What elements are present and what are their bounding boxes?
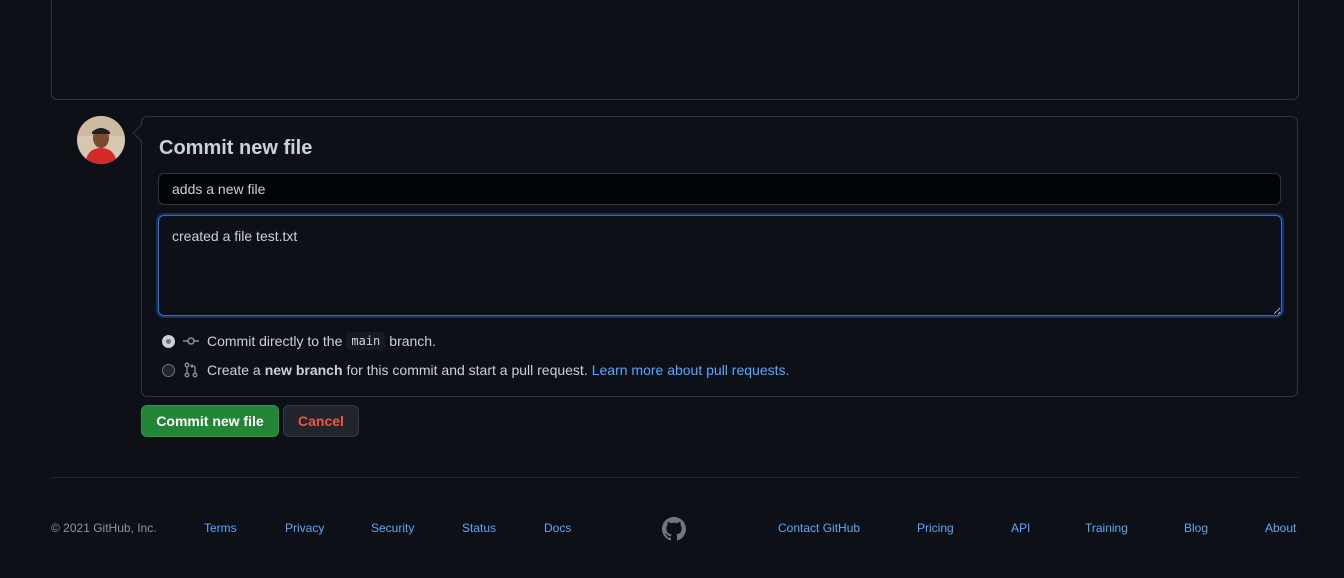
footer-link-terms[interactable]: Terms bbox=[204, 521, 237, 535]
new-branch-suffix: for this commit and start a pull request… bbox=[346, 362, 588, 378]
commit-title: Commit new file bbox=[159, 137, 313, 159]
footer-link-docs[interactable]: Docs bbox=[544, 521, 571, 535]
file-editor-box bbox=[51, 0, 1299, 100]
commit-panel: Commit new file created a file test.txt … bbox=[141, 116, 1298, 397]
github-logo-icon[interactable] bbox=[662, 517, 686, 541]
footer: © 2021 GitHub, Inc. Terms Privacy Securi… bbox=[51, 517, 1299, 541]
footer-link-privacy[interactable]: Privacy bbox=[285, 521, 324, 535]
footer-link-about[interactable]: About bbox=[1265, 521, 1296, 535]
footer-link-pricing[interactable]: Pricing bbox=[917, 521, 954, 535]
git-pull-request-icon bbox=[184, 362, 198, 378]
commit-summary-input[interactable] bbox=[158, 173, 1281, 205]
commit-description-textarea[interactable]: created a file test.txt bbox=[158, 215, 1282, 316]
branch-name: main bbox=[346, 332, 386, 350]
new-branch-radio[interactable] bbox=[162, 363, 175, 377]
git-commit-icon bbox=[183, 337, 199, 345]
commit-direct-suffix: branch. bbox=[389, 333, 436, 349]
footer-link-blog[interactable]: Blog bbox=[1184, 521, 1208, 535]
learn-more-pull-requests-link[interactable]: Learn more about pull requests. bbox=[592, 362, 790, 378]
cancel-button[interactable]: Cancel bbox=[283, 405, 359, 437]
new-branch-option[interactable]: Create a new branch for this commit and … bbox=[162, 360, 789, 380]
footer-link-status[interactable]: Status bbox=[462, 521, 496, 535]
new-branch-bold: new branch bbox=[264, 362, 343, 378]
commit-direct-radio[interactable] bbox=[162, 334, 175, 348]
commit-new-file-button[interactable]: Commit new file bbox=[141, 405, 279, 437]
footer-copyright: © 2021 GitHub, Inc. bbox=[51, 521, 157, 535]
footer-divider bbox=[51, 477, 1299, 478]
commit-direct-prefix: Commit directly to the bbox=[207, 333, 343, 349]
footer-link-security[interactable]: Security bbox=[371, 521, 414, 535]
user-avatar[interactable] bbox=[77, 116, 125, 164]
commit-direct-option[interactable]: Commit directly to the main branch. bbox=[162, 331, 436, 351]
footer-link-contact-github[interactable]: Contact GitHub bbox=[778, 521, 860, 535]
new-branch-prefix: Create a bbox=[207, 362, 261, 378]
footer-link-api[interactable]: API bbox=[1011, 521, 1030, 535]
footer-link-training[interactable]: Training bbox=[1085, 521, 1128, 535]
